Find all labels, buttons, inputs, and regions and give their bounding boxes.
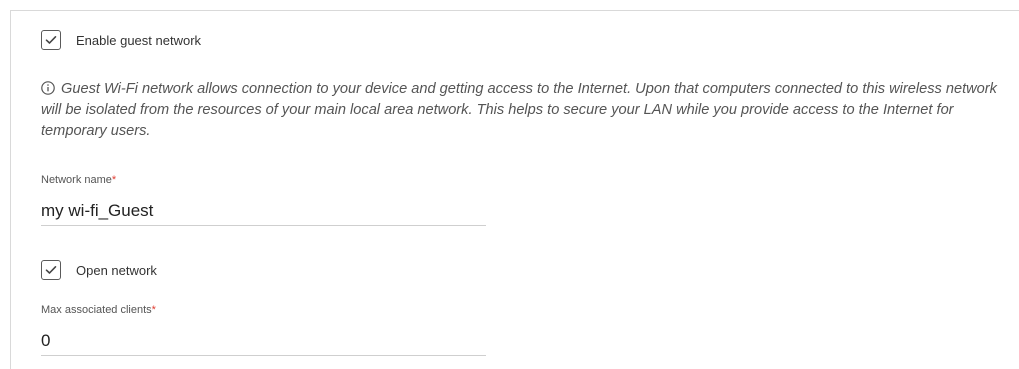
max-clients-input[interactable]	[41, 327, 486, 356]
info-icon	[41, 81, 55, 95]
check-icon	[45, 35, 57, 44]
max-clients-label: Max associated clients*	[41, 304, 156, 316]
max-clients-label-text: Max associated clients	[41, 304, 152, 316]
open-network-checkbox-row[interactable]: Open network	[41, 260, 157, 280]
open-network-label: Open network	[76, 262, 157, 278]
required-mark: *	[111, 174, 117, 186]
guest-network-info: Guest Wi-Fi network allows connection to…	[41, 79, 1001, 142]
enable-guest-network-checkbox[interactable]	[41, 30, 61, 50]
network-name-label-text: Network name	[41, 174, 112, 186]
required-mark: *	[151, 304, 156, 316]
check-icon	[45, 265, 57, 274]
open-network-checkbox[interactable]	[41, 260, 61, 280]
guest-network-panel	[10, 10, 1019, 369]
network-name-label: Network name*	[41, 174, 116, 186]
info-text: Guest Wi-Fi network allows connection to…	[41, 81, 997, 139]
network-name-input[interactable]	[41, 197, 486, 226]
enable-guest-network-label: Enable guest network	[76, 32, 202, 48]
enable-guest-network-checkbox-row[interactable]: Enable guest network	[41, 30, 201, 50]
